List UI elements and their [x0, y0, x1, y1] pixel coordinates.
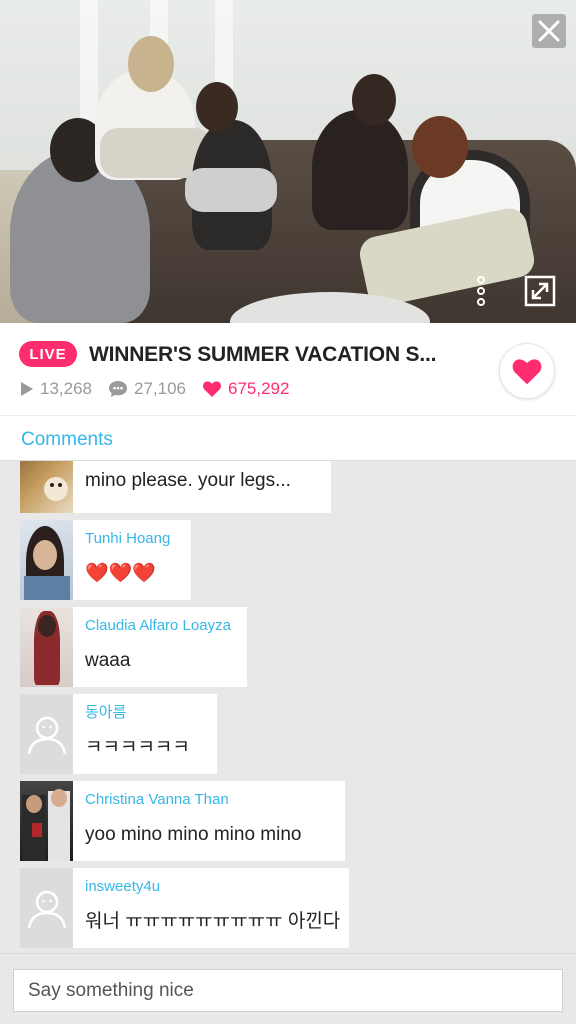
- video-person: [312, 110, 408, 230]
- video-person-head: [352, 74, 396, 126]
- user-avatar[interactable]: [20, 868, 73, 948]
- more-options-button[interactable]: [472, 276, 490, 306]
- comment-text: ㅋㅋㅋㅋㅋㅋ: [85, 737, 190, 758]
- like-count-value: 675,292: [228, 379, 290, 398]
- comment-bubble: Claudia Alfaro Loayza waaa: [73, 607, 247, 687]
- comment-text: waaa: [85, 650, 131, 671]
- default-avatar-icon: [27, 716, 66, 755]
- fullscreen-icon: [524, 275, 556, 307]
- user-avatar[interactable]: [20, 781, 73, 861]
- play-icon: [20, 381, 34, 397]
- close-icon: [538, 20, 560, 42]
- comments-tab[interactable]: Comments: [21, 429, 113, 451]
- comment-item: insweety4u 워너 ㅠㅠㅠㅠㅠㅠㅠㅠㅠ 아낀다: [20, 868, 349, 948]
- user-avatar[interactable]: [20, 461, 73, 513]
- comment-bubble: Christina Vanna Than yoo mino mino mino …: [73, 781, 345, 861]
- video-person-head: [412, 116, 468, 178]
- heart-icon: [202, 380, 222, 398]
- chat-bubble-icon: [108, 380, 128, 398]
- comment-author[interactable]: insweety4u: [85, 878, 329, 896]
- like-button[interactable]: [499, 343, 555, 399]
- comment-input-bar: [0, 953, 576, 1024]
- comment-item: Claudia Alfaro Loayza waaa: [20, 607, 247, 687]
- close-button[interactable]: [532, 14, 566, 48]
- heart-icon: [512, 358, 542, 384]
- comment-text: mino please. your legs...: [85, 470, 291, 491]
- fullscreen-button[interactable]: [524, 275, 556, 307]
- comment-item: 동아름 ㅋㅋㅋㅋㅋㅋ: [20, 694, 217, 774]
- comment-bubble: mino please. your legs...: [73, 461, 331, 513]
- broadcast-title[interactable]: WINNER'S SUMMER VACATION S...: [89, 341, 484, 369]
- video-pillow: [185, 168, 277, 212]
- user-avatar[interactable]: [20, 607, 73, 687]
- video-person-head: [128, 36, 174, 92]
- comment-count-value: 27,106: [134, 379, 186, 398]
- comment-text: ❤️❤️❤️: [85, 563, 156, 584]
- comment-list[interactable]: mino please. your legs... Tunhi Hoang ❤️…: [0, 461, 576, 953]
- comment-text: 워너 ㅠㅠㅠㅠㅠㅠㅠㅠㅠ 아낀다: [85, 911, 341, 932]
- video-player[interactable]: [0, 0, 576, 323]
- video-person-head: [196, 82, 238, 132]
- comment-item: mino please. your legs...: [20, 461, 331, 513]
- view-count: 13,268: [20, 379, 92, 399]
- user-avatar[interactable]: [20, 520, 73, 600]
- comment-author[interactable]: Tunhi Hoang: [85, 530, 171, 548]
- more-vertical-icon: [477, 276, 485, 306]
- comment-item: Tunhi Hoang ❤️❤️❤️: [20, 520, 191, 600]
- comment-author[interactable]: Claudia Alfaro Loayza: [85, 617, 231, 635]
- comment-author[interactable]: 동아름: [85, 704, 197, 722]
- comment-count: 27,106: [108, 379, 186, 399]
- comment-bubble: insweety4u 워너 ㅠㅠㅠㅠㅠㅠㅠㅠㅠ 아낀다: [73, 868, 349, 948]
- comments-header: Comments: [0, 415, 576, 461]
- broadcast-info-panel: LIVE WINNER'S SUMMER VACATION S... 13,26…: [0, 323, 576, 415]
- view-count-value: 13,268: [40, 379, 92, 398]
- comment-bubble: Tunhi Hoang ❤️❤️❤️: [73, 520, 191, 600]
- comment-item: Christina Vanna Than yoo mino mino mino …: [20, 781, 345, 861]
- broadcast-stats: 13,268 27,106 675,292: [20, 378, 305, 400]
- default-avatar-icon: [27, 890, 66, 929]
- comment-input[interactable]: [13, 969, 563, 1012]
- comment-text: yoo mino mino mino mino: [85, 824, 302, 845]
- user-avatar[interactable]: [20, 694, 73, 774]
- like-count: 675,292: [202, 379, 289, 399]
- live-badge: LIVE: [19, 341, 77, 367]
- comment-bubble: 동아름 ㅋㅋㅋㅋㅋㅋ: [73, 694, 217, 774]
- comment-author[interactable]: Christina Vanna Than: [85, 791, 325, 809]
